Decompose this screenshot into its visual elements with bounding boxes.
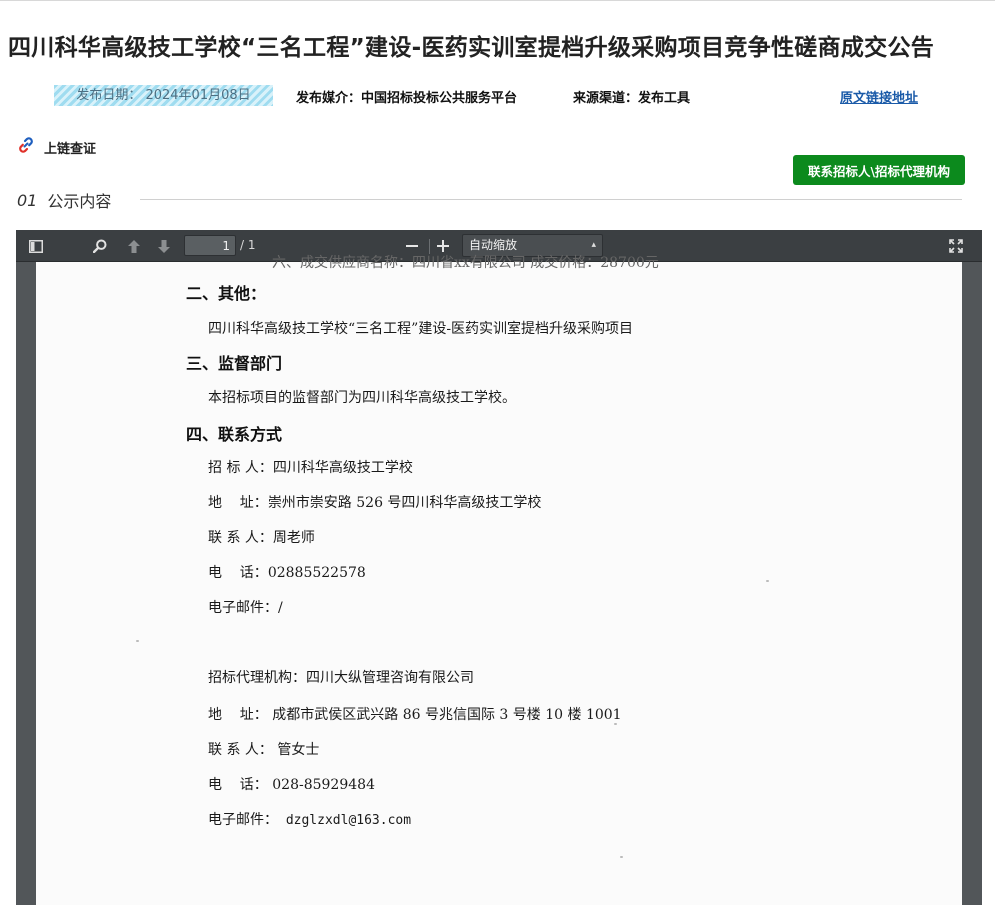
agency-email-row: 电子邮件： dzglzxdl@163.com [208, 809, 411, 829]
zoom-out-icon [406, 240, 418, 252]
contact-tenderer-button[interactable]: 联系招标人\招标代理机构 [793, 155, 965, 185]
tenderer-email-label: 电子邮件： [208, 600, 278, 616]
fullscreen-icon [949, 239, 963, 253]
publish-media: 发布媒介：中国招标投标公共服务平台 [296, 91, 518, 106]
find-button[interactable] [88, 230, 112, 262]
agency-address-value: 成都市武侯区武兴路 86 号兆信国际 3 号楼 10 楼 1001 [267, 707, 622, 723]
arrow-up-icon [127, 239, 141, 254]
agency-phone-label: 电 话： [208, 777, 268, 793]
doc-cut-line: 六、成交供应商名称：四川省xx有限公司 成交价格：28700元 [272, 255, 659, 271]
next-page-button[interactable] [152, 230, 176, 262]
tenderer-email-value: / [278, 600, 283, 616]
tenderer-value: 四川科华高级技工学校 [272, 460, 413, 476]
tenderer-phone-row: 电 话：02885522578 [208, 562, 366, 582]
link-icon [16, 135, 36, 159]
top-divider [0, 0, 995, 3]
tenderer-address-label: 地 址： [208, 495, 268, 511]
zoom-in-icon [437, 240, 449, 252]
page-number-input[interactable] [184, 235, 236, 256]
agency-address-label: 地 址： [208, 707, 268, 723]
doc-supervise-text: 本招标项目的监督部门为四川科华高级技工学校。 [208, 390, 516, 406]
doc-heading-supervise: 三、监督部门 [186, 354, 283, 373]
tenderer-phone-label: 电 话： [208, 565, 268, 581]
agency-email-label: 电子邮件： [208, 812, 278, 828]
agency-email-value: dzglzxdl@163.com [278, 813, 412, 828]
agency-contact-label: 联 系 人： [208, 742, 273, 758]
publish-date: 发布日期： 2024年01月08日 [54, 85, 273, 106]
agency-value: 四川大纵管理咨询有限公司 [306, 670, 474, 686]
previous-page-button[interactable] [122, 230, 146, 262]
scan-speck [766, 580, 769, 582]
tenderer-contact-row: 联 系 人：周老师 [208, 527, 315, 547]
section-number: 01 [17, 190, 38, 210]
sidebar-toggle-button[interactable] [24, 230, 48, 262]
source-channel: 来源渠道：发布工具 [573, 91, 691, 106]
zoom-select-value: 自动缩放 [469, 238, 518, 252]
doc-heading-other: 二、其他： [186, 284, 267, 303]
agency-contact-value: 管女士 [272, 742, 320, 758]
tenderer-address-value: 崇州市崇安路 526 号四川科华高级技工学校 [267, 495, 542, 511]
tenderer-label: 招 标 人： [208, 460, 273, 476]
pdf-page: 六、成交供应商名称：四川省xx有限公司 成交价格：28700元 二、其他： 四川… [36, 255, 962, 905]
fullscreen-button[interactable] [944, 230, 968, 262]
scan-speck [614, 723, 617, 725]
chain-verify-label: 上链查证 [44, 141, 97, 157]
meta-row: 发布日期： 2024年01月08日 发布媒介：中国招标投标公共服务平台 来源渠道… [0, 84, 995, 108]
chain-verify[interactable]: 上链查证 [16, 136, 96, 158]
agency-contact-row: 联 系 人： 管女士 [208, 739, 319, 759]
agency-phone-value: 028-85929484 [267, 777, 375, 793]
section-divider [140, 199, 962, 200]
search-icon [93, 239, 107, 253]
section-title: 公示内容 [47, 192, 112, 211]
scan-speck [620, 856, 623, 858]
doc-other-text: 四川科华高级技工学校“三名工程”建设-医药实训室提档升级采购项目 [208, 321, 634, 337]
tenderer-address-row: 地 址：崇州市崇安路 526 号四川科华高级技工学校 [208, 492, 541, 512]
arrow-down-icon [157, 239, 171, 254]
pdf-viewer: / 1 自动缩放 ▴▾ 六、成交供应商名称：四川省xx有限公司 [16, 230, 982, 905]
tenderer-contact-label: 联 系 人： [208, 530, 273, 546]
scan-speck [136, 640, 139, 642]
sidebar-toggle-icon [29, 239, 43, 253]
page-count: / 1 [240, 238, 256, 252]
tenderer-phone-value: 02885522578 [267, 565, 366, 581]
tenderer-row: 招 标 人：四川科华高级技工学校 [208, 457, 413, 477]
section-header: 01 公示内容 [17, 188, 111, 212]
agency-address-row: 地 址： 成都市武侯区武兴路 86 号兆信国际 3 号楼 10 楼 1001 [208, 704, 622, 724]
doc-heading-contact: 四、联系方式 [186, 425, 283, 444]
tenderer-email-row: 电子邮件：/ [208, 597, 283, 617]
page-title: 四川科华高级技工学校“三名工程”建设-医药实训室提档升级采购项目竞争性磋商成交公… [8, 35, 935, 61]
agency-row: 招标代理机构：四川大纵管理咨询有限公司 [208, 667, 474, 687]
original-link[interactable]: 原文链接地址 [840, 87, 918, 106]
agency-label: 招标代理机构： [208, 670, 306, 686]
agency-phone-row: 电 话： 028-85929484 [208, 774, 375, 794]
tenderer-contact-value: 周老师 [272, 530, 315, 546]
